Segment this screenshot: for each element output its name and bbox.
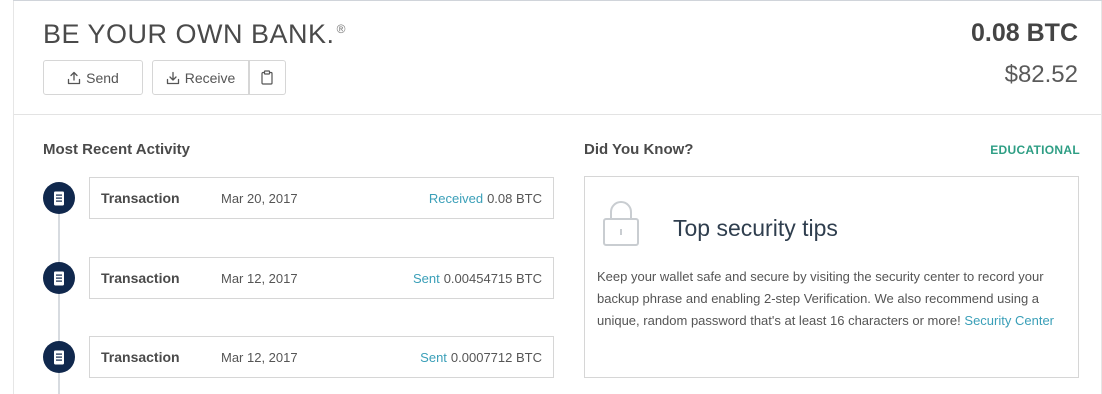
transaction-amount-group: Sent 0.0007712 BTC <box>420 350 542 365</box>
transaction-amount: 0.08 BTC <box>487 191 542 206</box>
clipboard-icon <box>261 70 273 85</box>
upload-icon <box>67 71 81 84</box>
transaction-card[interactable]: Transaction Mar 20, 2017 Received 0.08 BT… <box>89 177 554 219</box>
educational-category-link[interactable]: EDUCATIONAL <box>990 143 1080 157</box>
transaction-card[interactable]: Transaction Mar 12, 2017 Sent 0.0007712 B… <box>89 336 554 378</box>
transaction-direction: Sent <box>420 350 447 365</box>
download-icon <box>166 71 179 84</box>
receipt-icon <box>54 191 64 205</box>
did-you-know-card: Top security tips Keep your wallet safe … <box>584 176 1079 378</box>
transaction-amount-group: Sent 0.00454715 BTC <box>413 271 542 286</box>
transaction-type: Transaction <box>101 349 180 365</box>
transaction-type: Transaction <box>101 270 180 286</box>
transaction-date: Mar 12, 2017 <box>221 350 298 365</box>
receive-button[interactable]: Receive <box>152 60 249 95</box>
transaction-type: Transaction <box>101 190 180 206</box>
receive-button-label: Receive <box>184 69 236 86</box>
tip-body: Keep your wallet safe and secure by visi… <box>597 266 1069 332</box>
activity-title: Most Recent Activity <box>43 141 190 158</box>
send-button[interactable]: Send <box>43 60 143 95</box>
lock-icon <box>603 201 639 246</box>
trademark-symbol: ® <box>336 22 346 36</box>
receipt-icon <box>54 271 64 285</box>
transaction-date: Mar 12, 2017 <box>221 271 298 286</box>
did-you-know-title: Did You Know? <box>584 141 694 158</box>
transaction-card[interactable]: Transaction Mar 12, 2017 Sent 0.00454715 … <box>89 257 554 299</box>
transaction-amount-group: Received 0.08 BTC <box>429 191 542 206</box>
balance-btc: 0.08 BTC <box>971 19 1078 47</box>
transaction-amount: 0.00454715 BTC <box>443 271 542 286</box>
transaction-amount: 0.0007712 BTC <box>450 350 542 365</box>
wallet-header: BE YOUR OWN BANK. ® Send Receive 0.08 BTC… <box>14 1 1101 115</box>
send-button-label: Send <box>86 69 119 86</box>
copy-address-button[interactable] <box>249 60 286 95</box>
activity-list-item[interactable]: Transaction Mar 12, 2017 Sent 0.00454715 … <box>43 257 554 299</box>
activity-list-item[interactable]: Transaction Mar 20, 2017 Received 0.08 BT… <box>43 177 554 219</box>
transaction-date: Mar 20, 2017 <box>221 191 298 206</box>
timeline-dot <box>43 182 75 214</box>
security-center-link[interactable]: Security Center <box>964 313 1054 328</box>
tagline-text: BE YOUR OWN BANK. <box>43 19 335 49</box>
tip-heading: Top security tips <box>673 215 838 241</box>
receipt-icon <box>54 350 64 364</box>
activity-list-item[interactable]: Transaction Mar 12, 2017 Sent 0.0007712 B… <box>43 336 554 378</box>
balance-fiat: $82.52 <box>1004 61 1078 88</box>
transaction-direction: Sent <box>412 271 440 286</box>
page-tagline: BE YOUR OWN BANK. ® <box>43 19 346 50</box>
timeline-dot <box>43 341 75 373</box>
transaction-direction: Received <box>428 191 484 206</box>
timeline-dot <box>43 262 75 294</box>
